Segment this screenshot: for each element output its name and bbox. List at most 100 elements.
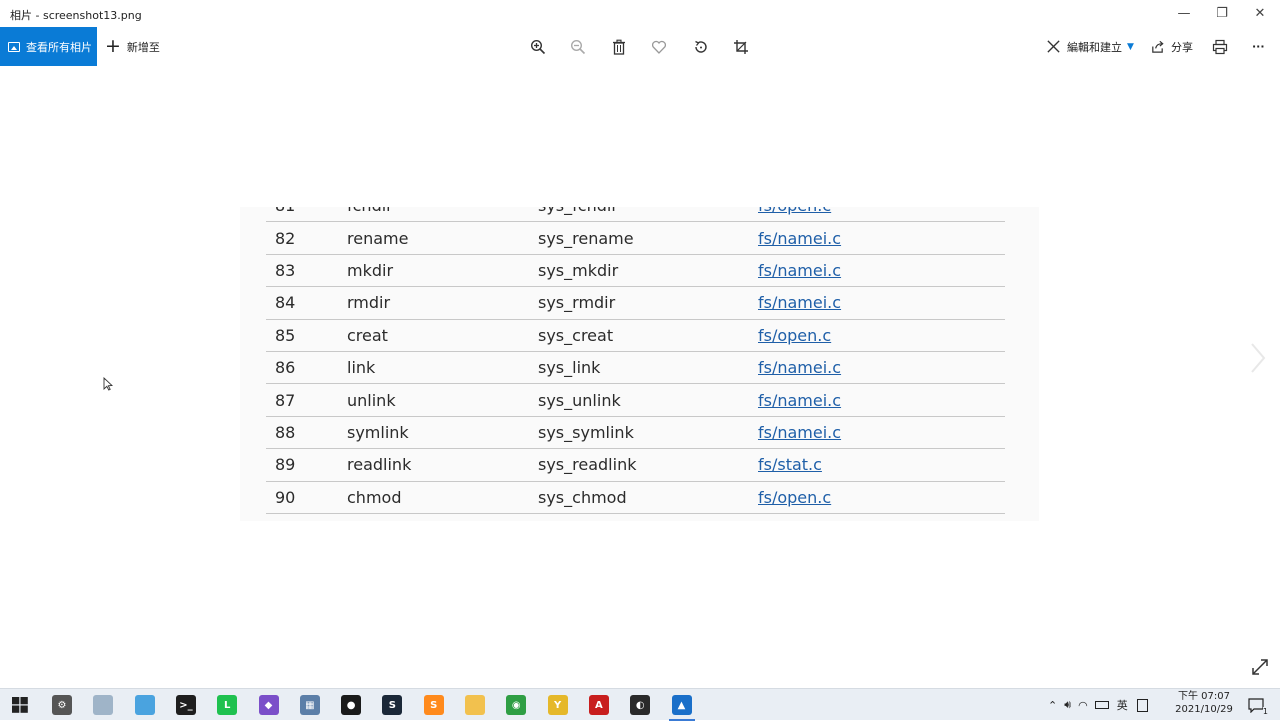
syscall-number: 87 bbox=[266, 383, 347, 417]
table-row: 85 creat sys_creat fs/open.c bbox=[266, 319, 1005, 352]
keyboard-icon[interactable] bbox=[1136, 698, 1148, 712]
minimize-button[interactable]: — bbox=[1165, 0, 1203, 27]
clock-date: 2021/10/29 bbox=[1175, 704, 1233, 715]
zoom-out-button[interactable] bbox=[567, 36, 589, 58]
clock-time: 下午 07:07 bbox=[1178, 691, 1230, 702]
table-row: 83 mkdir sys_mkdir fs/namei.c bbox=[266, 254, 1005, 288]
source-file-cell: fs/namei.c bbox=[758, 286, 1005, 320]
rotate-button[interactable] bbox=[690, 36, 712, 58]
edit-icon bbox=[1047, 40, 1060, 53]
see-all-label: 查看所有相片 bbox=[26, 40, 92, 54]
steam-icon: S bbox=[382, 695, 403, 715]
speaker-icon[interactable]: 🔊︎ bbox=[1064, 698, 1071, 712]
share-button[interactable]: 分享 bbox=[1150, 27, 1193, 66]
plus-icon: + bbox=[105, 35, 121, 57]
see-all-photos-button[interactable]: 查看所有相片 bbox=[0, 27, 97, 66]
taskbar: ⚙ >_ L ◆ ▦ ● S S ◉ Y A ◐ ▲ ⌃ 🔊︎ ◠ 英 下午 07:07 2021/10… bbox=[0, 688, 1280, 721]
folder-app[interactable] bbox=[462, 692, 488, 718]
more-button[interactable]: ··· bbox=[1252, 27, 1265, 66]
restore-button[interactable]: ❐ bbox=[1203, 0, 1241, 27]
obs-icon: ◐ bbox=[630, 695, 651, 715]
print-button[interactable] bbox=[1209, 36, 1231, 58]
folder-icon bbox=[465, 695, 485, 715]
close-button[interactable]: ✕ bbox=[1241, 0, 1279, 27]
source-file-link[interactable]: fs/stat.c bbox=[758, 455, 822, 474]
syscall-entry: sys_mkdir bbox=[538, 254, 758, 288]
syscall-entry: sys_unlink bbox=[538, 383, 758, 417]
file-explorer-app[interactable] bbox=[132, 692, 158, 718]
syscall-number: 89 bbox=[266, 448, 347, 482]
syscall-name: readlink bbox=[347, 448, 538, 482]
share-icon bbox=[1152, 40, 1164, 53]
yellow-icon: Y bbox=[547, 695, 568, 715]
line-app[interactable]: L bbox=[214, 692, 240, 718]
trash-icon bbox=[613, 39, 625, 55]
file-explorer-icon bbox=[134, 695, 155, 715]
wifi-icon[interactable]: ◠ bbox=[1078, 699, 1088, 712]
source-file-link[interactable]: fs/open.c bbox=[758, 326, 831, 345]
photo-viewer-app[interactable] bbox=[90, 692, 116, 718]
sublime-app[interactable]: S bbox=[421, 692, 447, 718]
favorite-button[interactable] bbox=[648, 36, 670, 58]
start-button[interactable] bbox=[7, 692, 33, 718]
chevron-down-icon: ▼ bbox=[1127, 41, 1134, 52]
edit-create-button[interactable]: 編輯和建立 ▼ bbox=[1046, 27, 1134, 66]
steam-app[interactable]: S bbox=[379, 692, 405, 718]
terminal-app[interactable]: >_ bbox=[173, 692, 199, 718]
rotate-icon bbox=[695, 40, 707, 53]
fullscreen-icon[interactable] bbox=[1251, 658, 1269, 676]
syscall-table: 81fchdirsys_fchdirfs/open.c82renamesys_r… bbox=[266, 207, 1005, 514]
notification-center-button[interactable]: 1 bbox=[1243, 692, 1269, 718]
table-row: 87 unlink sys_unlink fs/namei.c bbox=[266, 383, 1005, 417]
syscall-name: symlink bbox=[347, 416, 538, 450]
syscall-number: 90 bbox=[266, 481, 347, 514]
syscall-name: chmod bbox=[347, 481, 538, 514]
photos-app[interactable]: ▲ bbox=[668, 692, 695, 721]
acrobat-app[interactable]: A bbox=[586, 692, 612, 718]
source-file-link[interactable]: fs/namei.c bbox=[758, 293, 841, 312]
source-file-cell: fs/open.c bbox=[758, 207, 1005, 223]
window-title: 相片 - screenshot13.png bbox=[10, 9, 142, 22]
source-file-link[interactable]: fs/open.c bbox=[758, 207, 831, 215]
syscall-name: rmdir bbox=[347, 286, 538, 320]
obs-app[interactable]: ◐ bbox=[627, 692, 653, 718]
clock[interactable]: 下午 07:07 2021/10/29 bbox=[1172, 690, 1236, 716]
printer-icon bbox=[1212, 39, 1228, 55]
source-file-link[interactable]: fs/namei.c bbox=[758, 358, 841, 377]
syscall-entry: sys_link bbox=[538, 351, 758, 385]
syscall-entry: sys_chmod bbox=[538, 481, 758, 514]
syscall-name: rename bbox=[347, 221, 538, 255]
settings-app[interactable]: ⚙ bbox=[49, 692, 75, 718]
notification-count: 1 bbox=[1262, 707, 1268, 716]
photo-viewer-icon bbox=[93, 695, 114, 715]
source-file-link[interactable]: fs/namei.c bbox=[758, 423, 841, 442]
chevron-up-icon[interactable]: ⌃ bbox=[1048, 699, 1057, 712]
syscall-name: mkdir bbox=[347, 254, 538, 288]
add-to-button[interactable]: + 新增至 bbox=[105, 27, 160, 66]
delete-button[interactable] bbox=[608, 36, 630, 58]
syscall-name: creat bbox=[347, 319, 538, 352]
game-app[interactable]: ● bbox=[338, 692, 364, 718]
visual-studio-icon: ◆ bbox=[258, 695, 279, 715]
battery-icon[interactable] bbox=[1094, 701, 1109, 709]
zoom-in-button[interactable] bbox=[527, 36, 549, 58]
mouse-cursor-icon bbox=[103, 377, 113, 391]
sublime-icon: S bbox=[423, 695, 444, 715]
source-file-link[interactable]: fs/namei.c bbox=[758, 229, 841, 248]
source-file-cell: fs/namei.c bbox=[758, 416, 1005, 450]
source-file-cell: fs/stat.c bbox=[758, 448, 1005, 482]
crop-button[interactable] bbox=[730, 36, 752, 58]
calculator-app[interactable]: ▦ bbox=[297, 692, 323, 718]
next-photo-arrow-icon[interactable] bbox=[1248, 342, 1268, 374]
yellow-app[interactable]: Y bbox=[545, 692, 571, 718]
source-file-link[interactable]: fs/namei.c bbox=[758, 261, 841, 280]
source-file-cell: fs/namei.c bbox=[758, 351, 1005, 385]
ime-indicator[interactable]: 英 bbox=[1117, 697, 1128, 713]
table-row: 84 rmdir sys_rmdir fs/namei.c bbox=[266, 286, 1005, 320]
source-file-link[interactable]: fs/namei.c bbox=[758, 391, 841, 410]
add-to-label: 新增至 bbox=[126, 40, 160, 54]
table-row: 86 link sys_link fs/namei.c bbox=[266, 351, 1005, 385]
chrome-app[interactable]: ◉ bbox=[503, 692, 529, 718]
visual-studio-app[interactable]: ◆ bbox=[256, 692, 282, 718]
source-file-link[interactable]: fs/open.c bbox=[758, 488, 831, 507]
